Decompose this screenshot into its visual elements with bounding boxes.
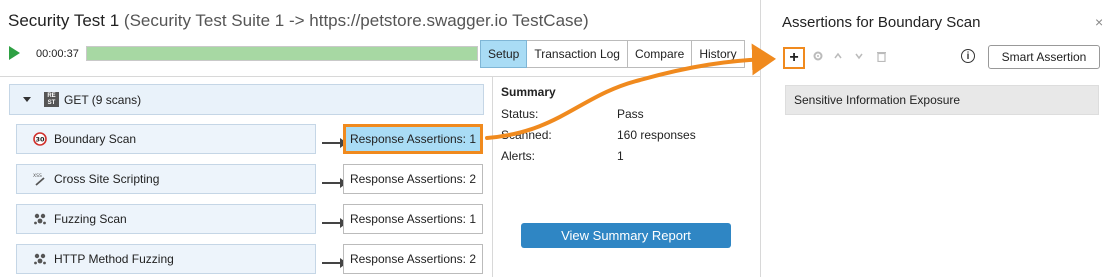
scan-item-fuzzing[interactable]: Fuzzing Scan bbox=[16, 204, 316, 234]
progress-bar bbox=[86, 46, 478, 61]
boundary-icon: 30 bbox=[33, 132, 47, 146]
close-icon[interactable]: × bbox=[1095, 14, 1103, 30]
response-assertions-button[interactable]: Response Assertions: 1 bbox=[343, 204, 483, 234]
tab-compare[interactable]: Compare bbox=[627, 40, 693, 68]
view-summary-report-button[interactable]: View Summary Report bbox=[521, 223, 731, 248]
summary-label: Scanned: bbox=[501, 128, 552, 142]
panel-title: Assertions for Boundary Scan bbox=[782, 14, 981, 31]
tab-setup[interactable]: Setup bbox=[480, 40, 528, 68]
assertions-panel: Assertions for Boundary Scan × + i Smart… bbox=[760, 0, 1120, 277]
response-assertions-button[interactable]: Response Assertions: 1 bbox=[343, 124, 483, 154]
gear-icon[interactable] bbox=[812, 50, 824, 65]
divider bbox=[492, 77, 493, 277]
fuzzing-icon bbox=[33, 252, 47, 266]
scan-item-http-method-fuzzing[interactable]: HTTP Method Fuzzing bbox=[16, 244, 316, 274]
collapse-triangle-icon[interactable] bbox=[23, 97, 31, 102]
scan-item-xss[interactable]: XSS Cross Site Scripting bbox=[16, 164, 316, 194]
add-assertion-button[interactable]: + bbox=[783, 47, 805, 69]
page-title: Security Test 1 (Security Test Suite 1 -… bbox=[8, 11, 589, 31]
scan-label: Boundary Scan bbox=[54, 132, 137, 146]
summary-value: 160 responses bbox=[617, 128, 696, 142]
chevron-up-icon[interactable] bbox=[833, 50, 843, 64]
scan-group-get[interactable]: RE ST GET (9 scans) bbox=[9, 84, 484, 115]
elapsed-timer: 00:00:37 bbox=[36, 48, 79, 60]
chevron-down-icon[interactable] bbox=[854, 50, 864, 64]
summary-label: Status: bbox=[501, 107, 539, 121]
divider bbox=[0, 76, 760, 77]
summary-title: Summary bbox=[501, 85, 556, 99]
summary-value: Pass bbox=[617, 107, 644, 121]
scan-item-boundary[interactable]: 30 Boundary Scan bbox=[16, 124, 316, 154]
tab-transaction-log[interactable]: Transaction Log bbox=[527, 40, 628, 68]
summary-label: Alerts: bbox=[501, 149, 536, 163]
info-icon[interactable]: i bbox=[961, 49, 975, 63]
scan-label: Fuzzing Scan bbox=[54, 212, 127, 226]
progress-fill bbox=[87, 47, 477, 60]
assertion-list-item[interactable]: Sensitive Information Exposure bbox=[785, 85, 1099, 115]
play-icon[interactable] bbox=[9, 46, 20, 60]
response-assertions-button[interactable]: Response Assertions: 2 bbox=[343, 244, 483, 274]
scan-label: Cross Site Scripting bbox=[54, 172, 160, 186]
xss-icon: XSS bbox=[33, 172, 47, 186]
tab-history[interactable]: History bbox=[692, 40, 745, 68]
svg-text:XSS: XSS bbox=[33, 173, 42, 179]
security-test-panel: Security Test 1 (Security Test Suite 1 -… bbox=[0, 0, 760, 277]
group-label: GET (9 scans) bbox=[64, 92, 142, 107]
trash-icon[interactable] bbox=[876, 50, 887, 65]
scan-label: HTTP Method Fuzzing bbox=[54, 252, 174, 266]
response-assertions-button[interactable]: Response Assertions: 2 bbox=[343, 164, 483, 194]
smart-assertion-button[interactable]: Smart Assertion bbox=[988, 45, 1100, 69]
test-name: Security Test 1 bbox=[8, 11, 120, 30]
fuzzing-icon bbox=[33, 212, 47, 226]
rest-icon: RE ST bbox=[44, 92, 59, 107]
summary-value: 1 bbox=[617, 149, 624, 163]
svg-text:30: 30 bbox=[35, 136, 45, 144]
view-tabs: Setup Transaction Log Compare History bbox=[480, 40, 745, 68]
test-path: (Security Test Suite 1 -> https://petsto… bbox=[123, 11, 589, 30]
